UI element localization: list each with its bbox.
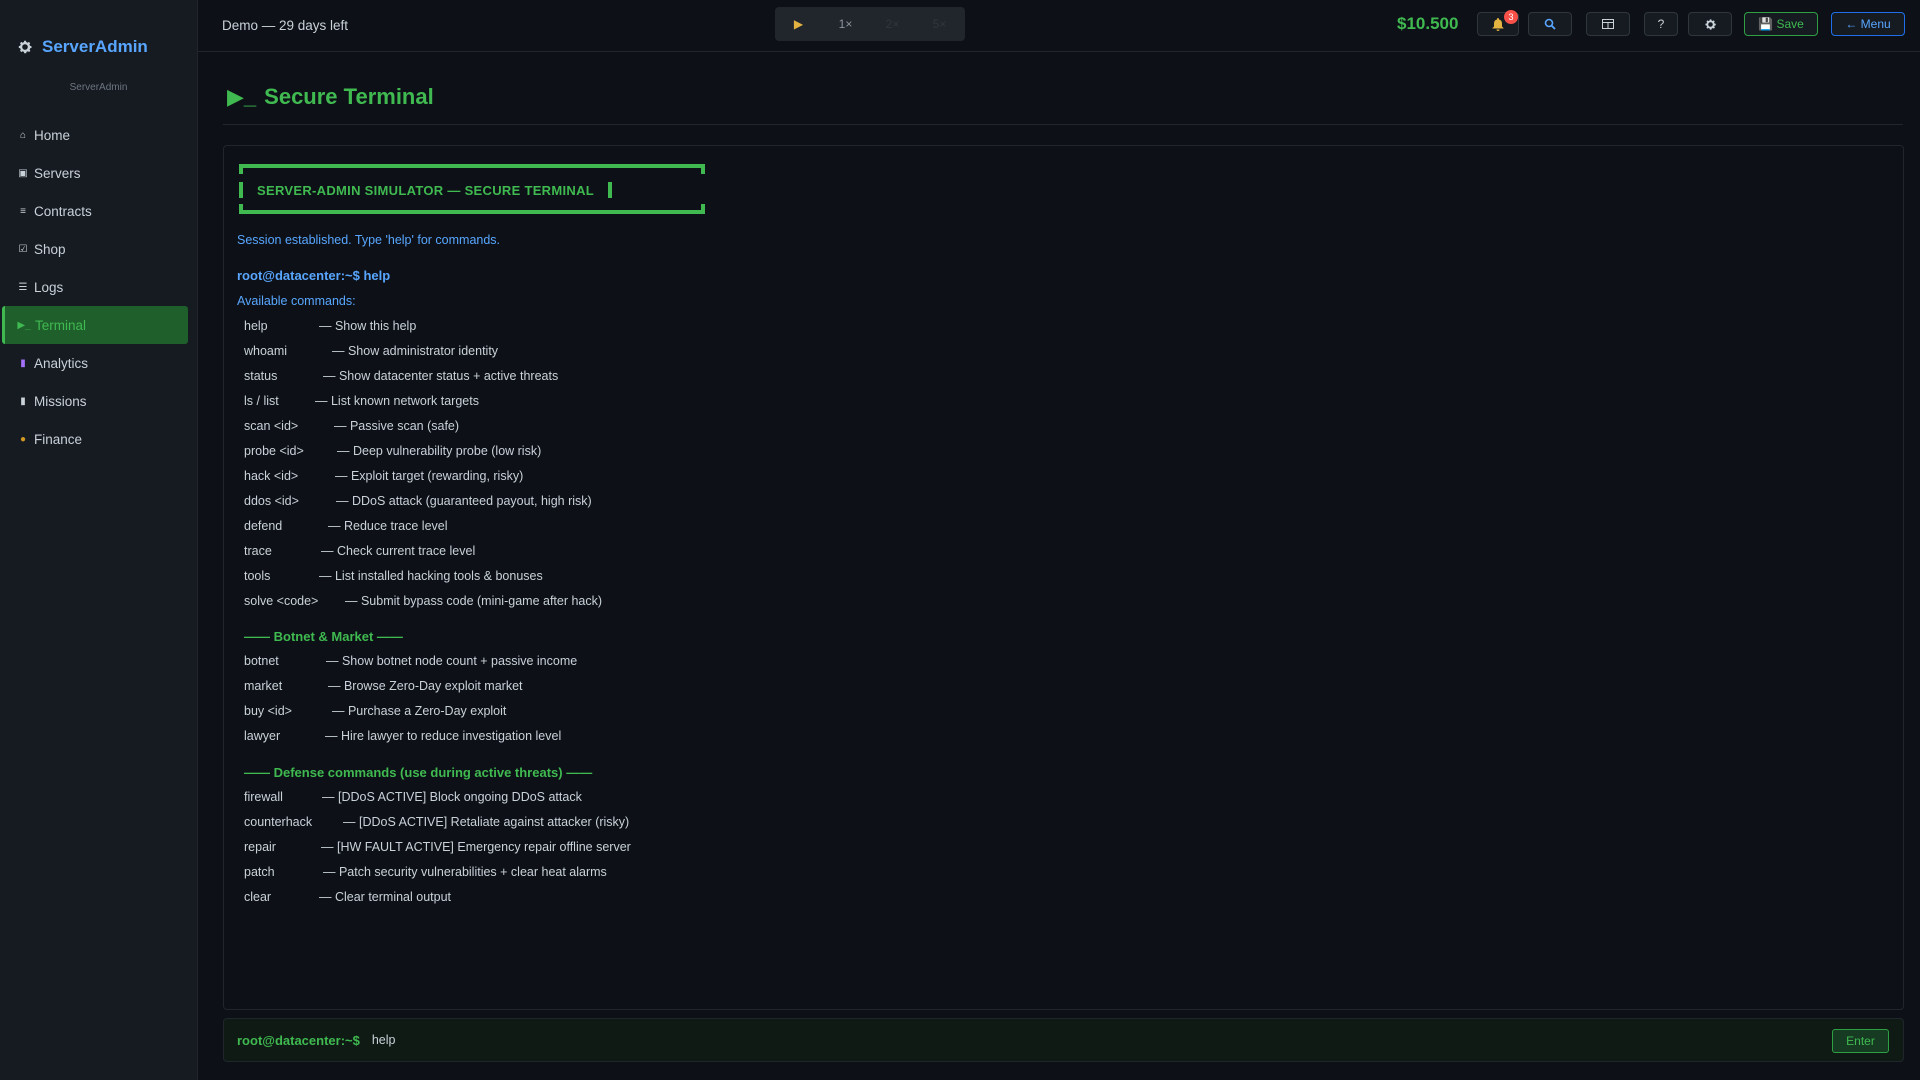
command-input[interactable]: [371, 1033, 1572, 1047]
command-input-bar: root@datacenter:~$ Enter: [223, 1018, 1904, 1062]
command-line-clear: clear — Clear terminal output: [244, 890, 452, 904]
command-line-status: status — Show datacenter status + active …: [244, 369, 559, 383]
brand-name: ServerAdmin: [42, 37, 148, 56]
brand[interactable]: ServerAdmin: [0, 0, 197, 70]
brand-subtitle: ServerAdmin: [69, 82, 128, 93]
sidebar-item-label: Servers: [34, 165, 81, 181]
bell-icon: [1492, 17, 1504, 31]
sidebar-item-servers[interactable]: ▣ Servers: [2, 154, 188, 192]
command-line-tools: tools — List installed hacking tools & bo…: [244, 569, 543, 583]
sidebar-item-label: Logs: [34, 279, 64, 295]
shop-icon: ☑: [18, 243, 28, 255]
search-button[interactable]: [1528, 12, 1572, 36]
session-message: Session established. Type 'help' for com…: [237, 233, 501, 247]
sidebar-item-label: Analytics: [34, 355, 89, 371]
command-line-hack: hack <id> — Exploit target (rewarding, ri…: [244, 469, 524, 483]
layout-icon: [1602, 19, 1614, 29]
command-line-botnet: botnet — Show botnet node count + passive…: [244, 654, 578, 668]
sidebar-item-finance[interactable]: ● Finance: [2, 420, 188, 458]
chart-icon: ▮: [20, 357, 26, 369]
gear-icon: [1704, 18, 1716, 30]
sidebar-item-label: Shop: [34, 241, 66, 257]
help-icon: ?: [1657, 17, 1665, 31]
sidebar-item-missions[interactable]: ▮ Missions: [2, 382, 188, 420]
command-line-patch: patch — Patch security vulnerabilities + …: [244, 865, 607, 879]
section-defense-commands: —— Defense commands (use during active t…: [244, 765, 593, 780]
command-line-solve: solve <code> — Submit bypass code (mini-g…: [244, 594, 603, 608]
terminal-banner: SERVER-ADMIN SIMULATOR — SECURE TERMINAL: [239, 164, 705, 214]
input-prompt: root@datacenter:~$: [237, 1032, 360, 1048]
layout-button[interactable]: [1586, 12, 1630, 36]
speed-1x-button[interactable]: 1×: [822, 17, 869, 31]
banner-text: SERVER-ADMIN SIMULATOR — SECURE TERMINAL: [257, 182, 595, 198]
sidebar-item-terminal[interactable]: ▶_ Terminal: [2, 306, 188, 344]
command-line-ddos: ddos <id> — DDoS attack (guaranteed payou…: [244, 494, 592, 508]
command-line-repair: repair — [HW FAULT ACTIVE] Emergency repa…: [244, 840, 631, 854]
command-line-list: ls / list — List known network targets: [244, 394, 479, 408]
sidebar-item-label: Missions: [34, 393, 87, 409]
command-line-probe: probe <id> — Deep vulnerability probe (lo…: [244, 444, 542, 458]
terminal-output[interactable]: SERVER-ADMIN SIMULATOR — SECURE TERMINAL…: [223, 145, 1904, 1010]
gear-icon: [18, 40, 32, 54]
clipboard-icon: ▮: [20, 395, 26, 407]
command-line-defend: defend — Reduce trace level: [244, 519, 448, 533]
terminal-icon: ▶_: [17, 319, 31, 331]
sidebar-item-label: Home: [34, 127, 71, 143]
sidebar-item-shop[interactable]: ☑ Shop: [2, 230, 188, 268]
notification-count-badge: 3: [1504, 10, 1518, 24]
command-line-counterhack: counterhack — [DDoS ACTIVE] Retaliate aga…: [244, 815, 630, 829]
contracts-icon: ≡: [20, 205, 26, 217]
search-icon: [1544, 18, 1556, 30]
enter-button[interactable]: Enter: [1832, 1029, 1889, 1053]
section-botnet-market: —— Botnet & Market ——: [244, 629, 403, 644]
command-line-help: help — Show this help: [244, 319, 417, 333]
sidebar-nav: ⌂ Home ▣ Servers ≡ Contracts ☑ Shop ☰ Logs ▶_…: [0, 116, 197, 458]
demo-status: Demo — 29 days left: [222, 18, 349, 33]
money-balance: $10.500: [1397, 14, 1459, 33]
settings-button[interactable]: [1688, 12, 1732, 36]
server-icon: ▣: [18, 167, 28, 179]
sidebar-item-contracts[interactable]: ≡ Contracts: [2, 192, 188, 230]
menu-button[interactable]: ← Menu: [1831, 12, 1905, 36]
sidebar-item-label: Terminal: [35, 317, 87, 333]
title-divider: [223, 124, 1903, 125]
page-title-text: Secure Terminal: [264, 84, 434, 109]
save-button[interactable]: 💾 Save: [1744, 12, 1818, 36]
logs-icon: ☰: [18, 281, 28, 293]
notifications-button[interactable]: 3: [1477, 10, 1519, 36]
home-icon: ⌂: [19, 129, 27, 141]
speed-5x-button[interactable]: 5×: [916, 17, 963, 31]
command-line-firewall: firewall — [DDoS ACTIVE] Block ongoing DD…: [244, 790, 582, 804]
sidebar-item-analytics[interactable]: ▮ Analytics: [2, 344, 188, 382]
command-line-buy: buy <id> — Purchase a Zero-Day exploit: [244, 704, 507, 718]
command-line-whoami: whoami — Show administrator identity: [244, 344, 499, 358]
prompt-line: root@datacenter:~$ help: [237, 268, 391, 283]
speed-controls: ▶ 1× 2× 5×: [775, 7, 965, 41]
available-commands-heading: Available commands:: [237, 294, 356, 308]
play-button[interactable]: ▶: [775, 17, 822, 31]
sidebar-item-home[interactable]: ⌂ Home: [2, 116, 188, 154]
command-line-market: market — Browse Zero-Day exploit market: [244, 679, 523, 693]
help-button[interactable]: ?: [1644, 12, 1678, 36]
sidebar-item-label: Finance: [34, 431, 83, 447]
command-line-trace: trace — Check current trace level: [244, 544, 476, 558]
terminal-icon: ▶_: [227, 84, 257, 109]
money-bag-icon: ●: [19, 433, 27, 445]
topbar: Demo — 29 days left ▶ 1× 2× 5× $10.500 3…: [198, 0, 1920, 52]
sidebar-item-logs[interactable]: ☰ Logs: [2, 268, 188, 306]
speed-2x-button[interactable]: 2×: [869, 17, 916, 31]
command-line-lawyer: lawyer — Hire lawyer to reduce investigat…: [244, 729, 562, 743]
sidebar: ServerAdmin ServerAdmin ⌂ Home ▣ Servers ≡…: [0, 0, 198, 1080]
sidebar-item-label: Contracts: [34, 203, 92, 219]
page-title: ▶_ Secure Terminal: [227, 84, 434, 110]
command-line-scan: scan <id> — Passive scan (safe): [244, 419, 460, 433]
